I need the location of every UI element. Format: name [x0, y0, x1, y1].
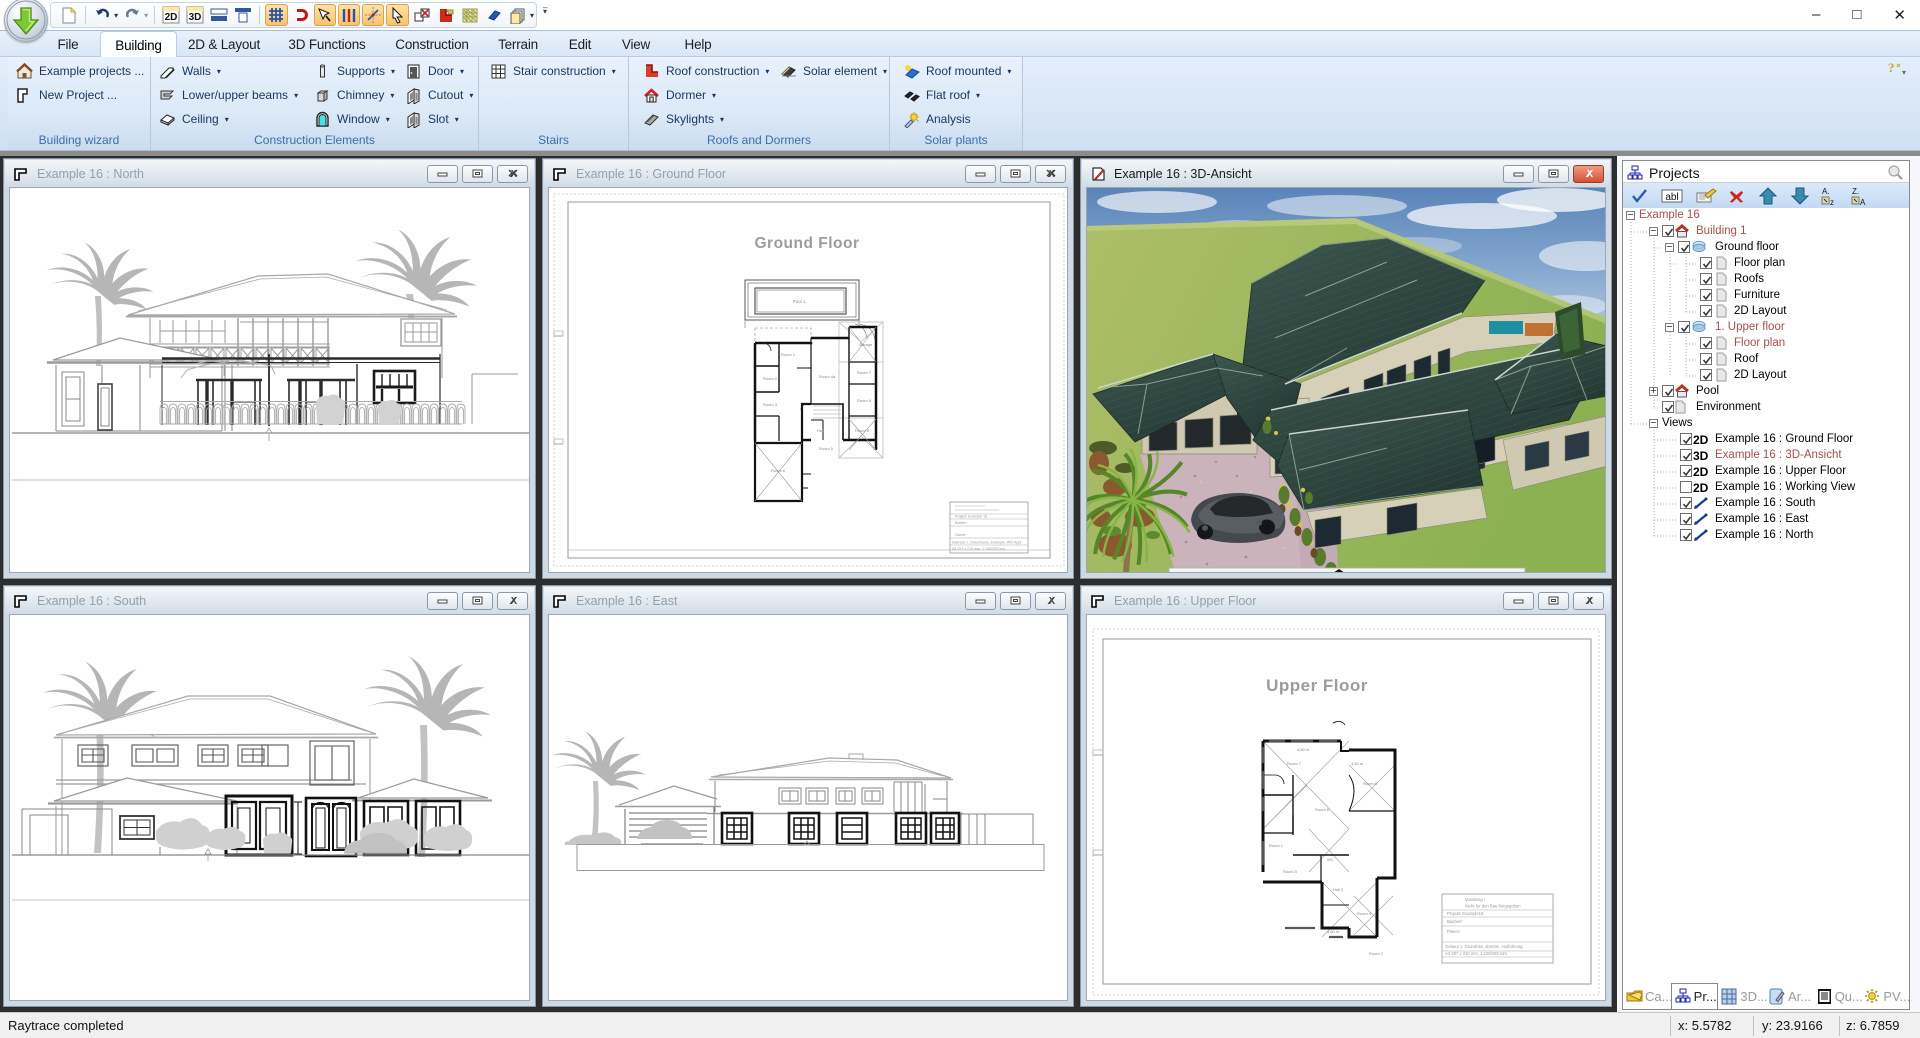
svg-text:2D: 2D [165, 12, 178, 23]
svg-text:Room 8: Room 8 [857, 398, 872, 403]
svg-text:Bauherr:: Bauherr: [1447, 919, 1463, 924]
svg-text:4,80 m: 4,80 m [1297, 747, 1310, 752]
svg-text:Room 6: Room 6 [1315, 807, 1330, 812]
svg-text:A4 297 x 210 mm, 1:100/250 mm: A4 297 x 210 mm, 1:100/250 mm [952, 547, 1005, 551]
svg-text:WC: WC [1327, 857, 1334, 862]
svg-text:Room 7: Room 7 [1287, 761, 1302, 766]
svg-text:A4 297 x 210 mm, 1:100/250 mm: A4 297 x 210 mm, 1:100/250 mm [1445, 951, 1507, 956]
svg-text:3,50 m: 3,50 m [1351, 761, 1364, 766]
svg-text:Projekt: Example16: Projekt: Example16 [1447, 911, 1484, 916]
svg-text:abl: abl [1665, 192, 1678, 203]
svg-text:Gebaut 1, Grundriss, oberste,: Gebaut 1, Grundriss, oberste, Ausfuhrung [1445, 944, 1523, 949]
svg-text:Pool 1: Pool 1 [793, 299, 806, 304]
svg-text:Room 2: Room 2 [763, 376, 778, 381]
svg-text:z: z [1830, 198, 1834, 206]
svg-text:Hall 2: Hall 2 [1333, 887, 1344, 892]
svg-text:Garage: Garage [859, 342, 873, 347]
svg-text:4,60 m: 4,60 m [1327, 929, 1340, 934]
svg-text:Hall: Hall [817, 428, 824, 433]
svg-text:Room 8: Room 8 [1363, 781, 1378, 786]
svg-text:Planer:: Planer: [1447, 929, 1460, 934]
svg-text:Builder:: Builder: [955, 521, 967, 525]
svg-text:Address 1, Streetname, Example: Address 1, Streetname, Example, Wht Appr [952, 541, 1022, 545]
svg-text:Z.: Z. [1852, 187, 1859, 196]
svg-text:3D: 3D [189, 12, 202, 23]
svg-text:?: ? [1888, 60, 1895, 75]
svg-text:Vorabzug !: Vorabzug ! [1465, 897, 1485, 902]
svg-text:Room 5: Room 5 [1283, 869, 1298, 874]
svg-text:A: A [1860, 198, 1866, 206]
svg-text:Room 9: Room 9 [855, 428, 870, 433]
svg-text:Room 1: Room 1 [781, 352, 796, 357]
svg-text:Room 2: Room 2 [1369, 951, 1384, 956]
svg-text:Project: Example 16: Project: Example 16 [955, 515, 987, 519]
svg-text:Nicht fur den Bau freigegeben: Nicht fur den Bau freigegeben [1465, 904, 1521, 909]
svg-text:Room 5: Room 5 [819, 446, 834, 451]
svg-text:Room 1: Room 1 [1269, 843, 1284, 848]
svg-text:Ground Floor: Ground Floor [754, 235, 859, 252]
svg-text:Owner:: Owner: [955, 533, 967, 537]
svg-text:Room 6: Room 6 [771, 468, 786, 473]
svg-text:Room 3: Room 3 [763, 402, 778, 407]
svg-text:Room 7: Room 7 [857, 370, 872, 375]
svg-text:Room 4: Room 4 [1357, 911, 1372, 916]
svg-text:A.: A. [1822, 187, 1830, 196]
svg-text:Room 4a: Room 4a [819, 374, 836, 379]
svg-text:Upper Floor: Upper Floor [1266, 676, 1368, 695]
